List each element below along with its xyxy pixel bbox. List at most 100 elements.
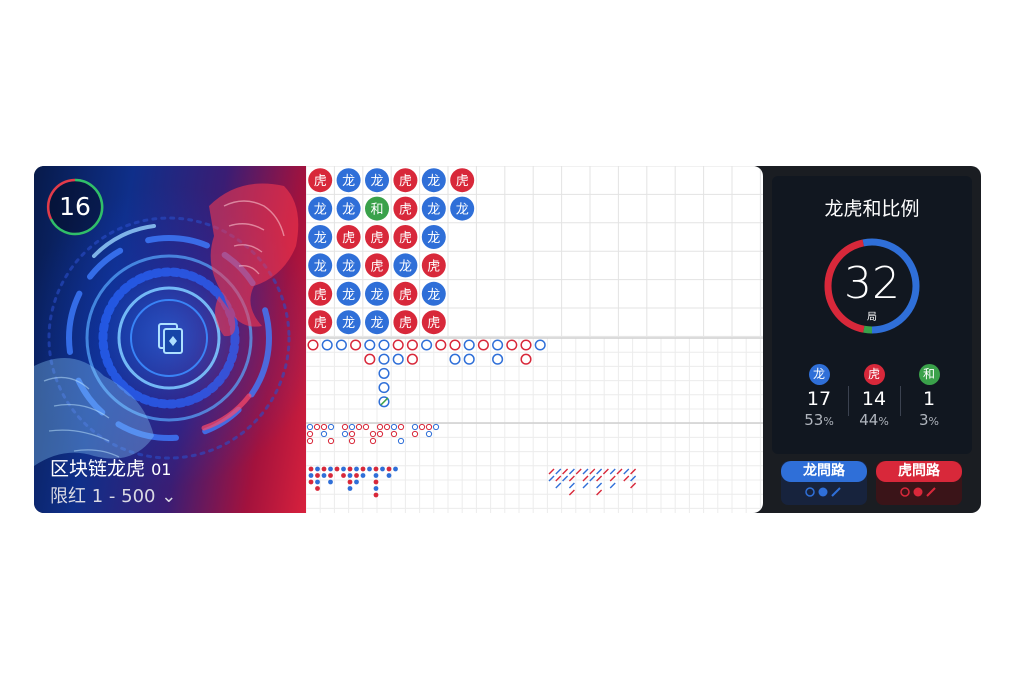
tie-count: 1 <box>922 388 936 410</box>
bead-label: 龙 <box>314 231 327 246</box>
big-road-mark <box>321 339 333 351</box>
cockroach-mark <box>616 468 623 475</box>
big-road-mark <box>520 353 532 365</box>
big-eye-mark <box>397 423 405 431</box>
bead-label: 龙 <box>314 259 327 274</box>
table-code: 01 <box>151 460 172 479</box>
small-road-mark <box>328 479 333 485</box>
big-road-mark <box>378 339 390 351</box>
big-eye-mark <box>348 437 356 445</box>
ratio-title: 龙虎和比例 <box>824 198 920 220</box>
table-name-text: 区块链龙虎 <box>50 458 146 480</box>
cockroach-mark <box>555 482 562 489</box>
percent-sign: % <box>878 415 889 428</box>
bead-label: 龙 <box>427 288 440 303</box>
small-road-mark <box>308 466 314 472</box>
big-road-mark <box>392 353 404 365</box>
big-eye-mark <box>383 423 391 431</box>
bead-label: 龙 <box>342 288 355 303</box>
percent-sign: % <box>823 415 834 428</box>
small-road-mark <box>341 466 346 472</box>
round-count: 16 <box>59 192 91 221</box>
tiger-count: 14 <box>861 388 887 410</box>
bead-label: 和 <box>370 203 383 218</box>
bead-label: 虎 <box>370 259 383 274</box>
bead-label: 龙 <box>342 316 355 331</box>
game-table-card[interactable]: 16 区块链龙虎 01 限红 1 - 500 ⌄ 虎龙龙龙虎虎龙龙虎龙龙龙龙和虎… <box>34 166 981 513</box>
big-road-mark <box>449 339 461 351</box>
dragon-stat: 龙 17 53% <box>792 364 846 429</box>
bead-label: 虎 <box>427 316 440 331</box>
bet-limit-selector[interactable]: 限红 1 - 500 ⌄ <box>50 482 176 508</box>
cockroach-mark <box>575 468 582 475</box>
big-road-mark <box>364 353 376 365</box>
big-eye-mark <box>390 430 398 438</box>
big-eye-mark <box>425 430 433 438</box>
bead-label: 虎 <box>427 259 440 274</box>
bead-label: 虎 <box>314 316 327 331</box>
big-road-mark <box>506 339 518 351</box>
table-name: 区块链龙虎 01 <box>50 454 171 481</box>
big-eye-mark <box>376 423 384 431</box>
big-eye-mark <box>306 423 314 431</box>
big-road-mark <box>335 339 347 351</box>
tiger-ask-road-button[interactable]: 虎問路 <box>876 461 962 505</box>
small-road-mark <box>315 473 320 478</box>
cockroach-mark <box>623 468 630 475</box>
total-rounds-unit: 局 <box>867 312 877 323</box>
big-eye-mark <box>411 423 419 431</box>
cockroach-mark <box>609 482 616 489</box>
big-eye-mark <box>306 437 314 445</box>
dragon-percent: 53% <box>792 411 846 429</box>
bead-label: 龙 <box>342 174 355 189</box>
small-road-mark <box>373 492 379 498</box>
big-road-mark <box>364 339 376 351</box>
small-road-icon <box>818 487 828 497</box>
bead-label: 虎 <box>456 174 469 189</box>
dragon-badge: 龙 <box>808 364 830 385</box>
table-thumbnail[interactable]: 16 区块链龙虎 01 限红 1 - 500 ⌄ <box>34 166 306 513</box>
bead-label: 龙 <box>399 259 412 274</box>
bead-label: 龙 <box>370 316 383 331</box>
small-road-mark <box>334 466 340 472</box>
big-road-mark <box>492 353 504 365</box>
big-road-mark <box>421 339 433 351</box>
big-eye-mark <box>306 430 314 438</box>
bead-label: 龙 <box>456 203 469 218</box>
big-road-mark <box>463 339 475 351</box>
dragon-count: 17 <box>806 388 832 410</box>
big-road-mark <box>378 382 390 394</box>
bead-label: 虎 <box>399 316 412 331</box>
big-road-mark <box>435 339 447 351</box>
big-eye-mark <box>313 423 321 431</box>
big-road-mark <box>534 339 546 351</box>
dragon-ask-road-button[interactable]: 龙問路 <box>781 461 867 505</box>
bead-label: 虎 <box>314 288 327 303</box>
small-road-mark <box>393 466 398 472</box>
big-road-mark <box>378 367 390 379</box>
bead-label: 龙 <box>342 203 355 218</box>
big-eye-mark <box>411 430 419 438</box>
small-road-mark <box>341 473 346 478</box>
bead-label: 虎 <box>399 231 412 246</box>
cockroach-mark <box>589 468 596 475</box>
small-road-mark <box>321 466 327 472</box>
small-road-mark <box>321 473 327 478</box>
big-eye-mark <box>369 430 377 438</box>
small-road-mark <box>315 479 320 485</box>
tie-stat: 和 1 3% <box>902 364 956 429</box>
big-road-mark <box>392 339 404 351</box>
big-road-mark <box>449 353 461 365</box>
bead-label: 虎 <box>370 231 383 246</box>
dragon-ask-road-label: 龙問路 <box>781 461 867 482</box>
small-road-mark <box>315 466 320 472</box>
tie-badge: 和 <box>918 364 940 385</box>
tiger-badge: 虎 <box>863 364 885 385</box>
bead-label: 龙 <box>427 174 440 189</box>
big-eye-mark <box>355 423 363 431</box>
bead-label: 龙 <box>370 288 383 303</box>
tiger-ask-road-label: 虎問路 <box>876 461 962 482</box>
tie-percent: 3% <box>902 411 956 429</box>
big-road-mark <box>378 353 390 365</box>
percent-sign: % <box>928 415 939 428</box>
